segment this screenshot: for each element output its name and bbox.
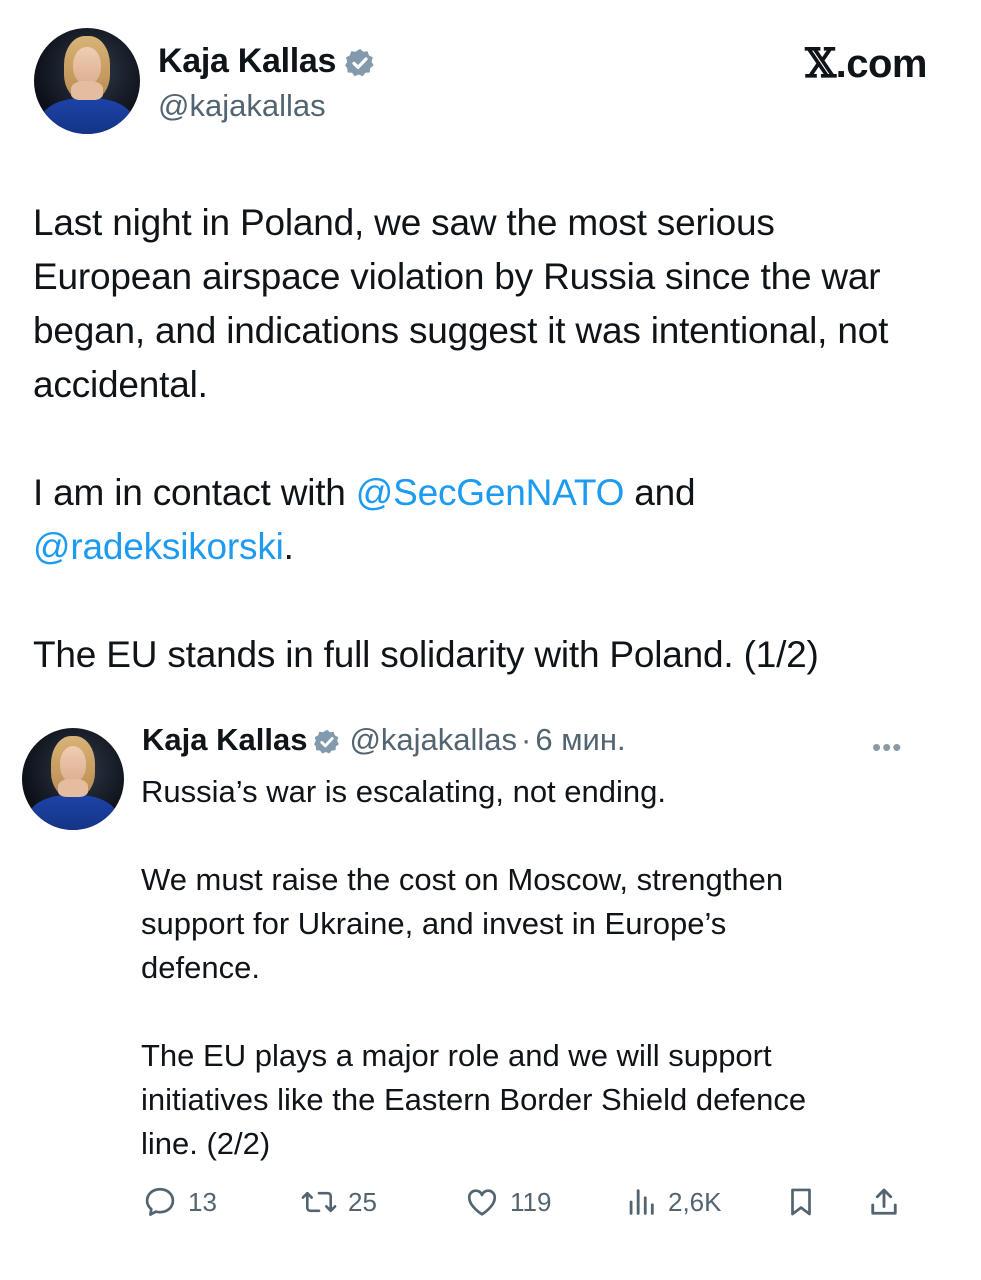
reply-paragraph-3: The EU plays a major role and we will su… [141,1034,911,1166]
main-author-name-text: Kaja Kallas [158,42,337,80]
like-icon [467,1189,497,1216]
main-tweet-text: Last night in Poland, we saw the most se… [33,196,933,682]
main-paragraph-2: I am in contact with @SecGenNATO and @rad… [33,466,933,574]
views-icon [629,1189,654,1215]
reply-p2-line-3: defence. [141,950,260,985]
main-author-name[interactable]: Kaja Kallas [158,42,376,81]
main-paragraph-3: The EU stands in full solidarity with Po… [33,634,819,675]
reply-icon [145,1187,175,1216]
reply-count: 13 [188,1186,217,1217]
x-logo-text: .com [835,42,928,86]
mention-radeksikorski-link[interactable]: @radeksikorski [33,526,284,567]
x-com-logo: 𝕏.com [805,40,927,87]
reply-tweet-text: Russia’s war is escalating, not ending. … [141,770,911,1166]
bookmark-icon [791,1188,811,1216]
main-author-avatar[interactable] [34,28,140,134]
repost-button[interactable]: 25 [300,1182,377,1222]
repost-count: 25 [348,1186,377,1217]
main-p2-suffix: . [283,526,294,567]
reply-paragraph-1: Russia’s war is escalating, not ending. [141,774,666,809]
x-logo-icon: 𝕏 [805,40,836,87]
bookmark-button[interactable] [784,1182,818,1222]
reply-p3-line-1: The EU plays a major role and we will su… [141,1038,772,1073]
main-p2-mid: and [624,472,696,513]
reply-p2-line-2: support for Ukraine, and invest in Europ… [141,906,727,941]
reply-p3-line-2: initiatives like the Eastern Border Shie… [141,1082,807,1117]
verified-badge-icon [345,49,374,77]
mention-secgennato-link[interactable]: @SecGenNATO [356,472,625,513]
main-author-handle[interactable]: @kajakallas [158,88,326,124]
reply-p2-line-1: We must raise the cost on Moscow, streng… [141,862,784,897]
reply-header: Kaja Kallas @kajakallas · 6 мин. [142,722,626,758]
main-paragraph-1: Last night in Poland, we saw the most se… [33,202,889,405]
repost-icon [301,1191,337,1213]
reply-p3-line-3: line. (2/2) [141,1126,271,1161]
more-icon[interactable]: ••• [872,732,902,763]
reply-timestamp[interactable]: 6 мин. [535,722,625,757]
share-button[interactable] [866,1182,902,1222]
share-icon [871,1188,897,1215]
reply-author-handle[interactable]: @kajakallas [349,722,517,757]
reply-paragraph-2: We must raise the cost on Moscow, streng… [141,858,911,990]
reply-author-avatar[interactable] [22,728,124,830]
like-button[interactable]: 119 [464,1182,551,1222]
reply-button[interactable]: 13 [142,1182,217,1222]
action-bar: 13 25 119 2,6K [142,1182,912,1222]
screenshot-card: Kaja Kallas @kajakallas 𝕏.com Last night… [0,0,981,1280]
views-count: 2,6K [668,1186,722,1217]
views-button[interactable]: 2,6K [624,1182,722,1222]
reply-separator: · [521,722,532,757]
reply-author-name[interactable]: Kaja Kallas [142,722,307,757]
verified-badge-icon [314,729,340,754]
main-p2-prefix: I am in contact with [33,472,356,513]
like-count: 119 [510,1186,552,1217]
